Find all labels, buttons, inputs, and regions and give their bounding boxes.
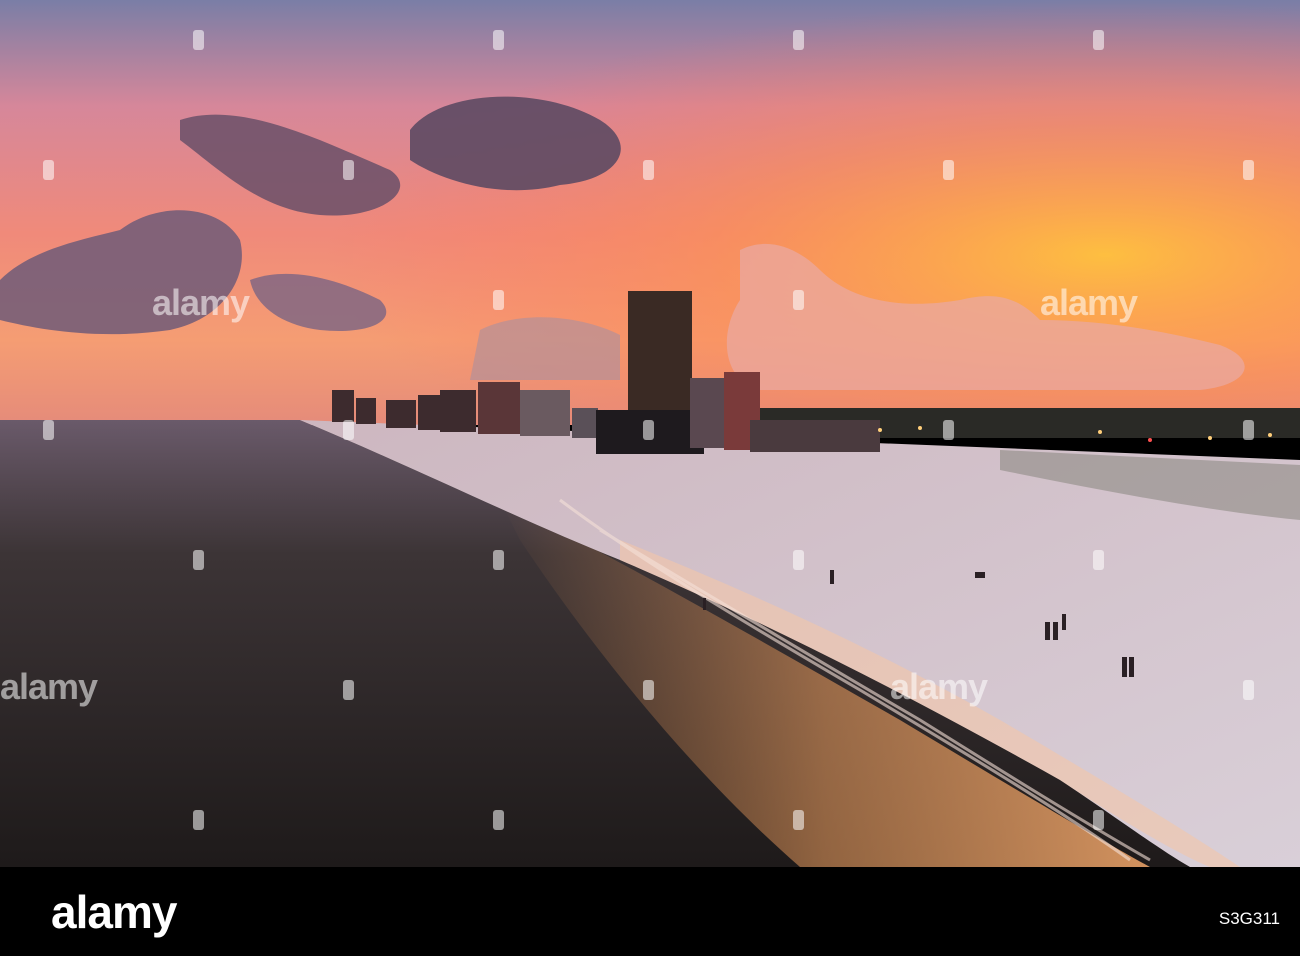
image-id: S3G311 [1218, 909, 1280, 928]
alamy-logo: alamy [51, 886, 177, 938]
photo-scene [0, 0, 1300, 867]
footer-bar: alamy S3G311 [0, 867, 1300, 956]
beach-sunset-photo: alamy alamy alamy alamy [0, 0, 1300, 867]
